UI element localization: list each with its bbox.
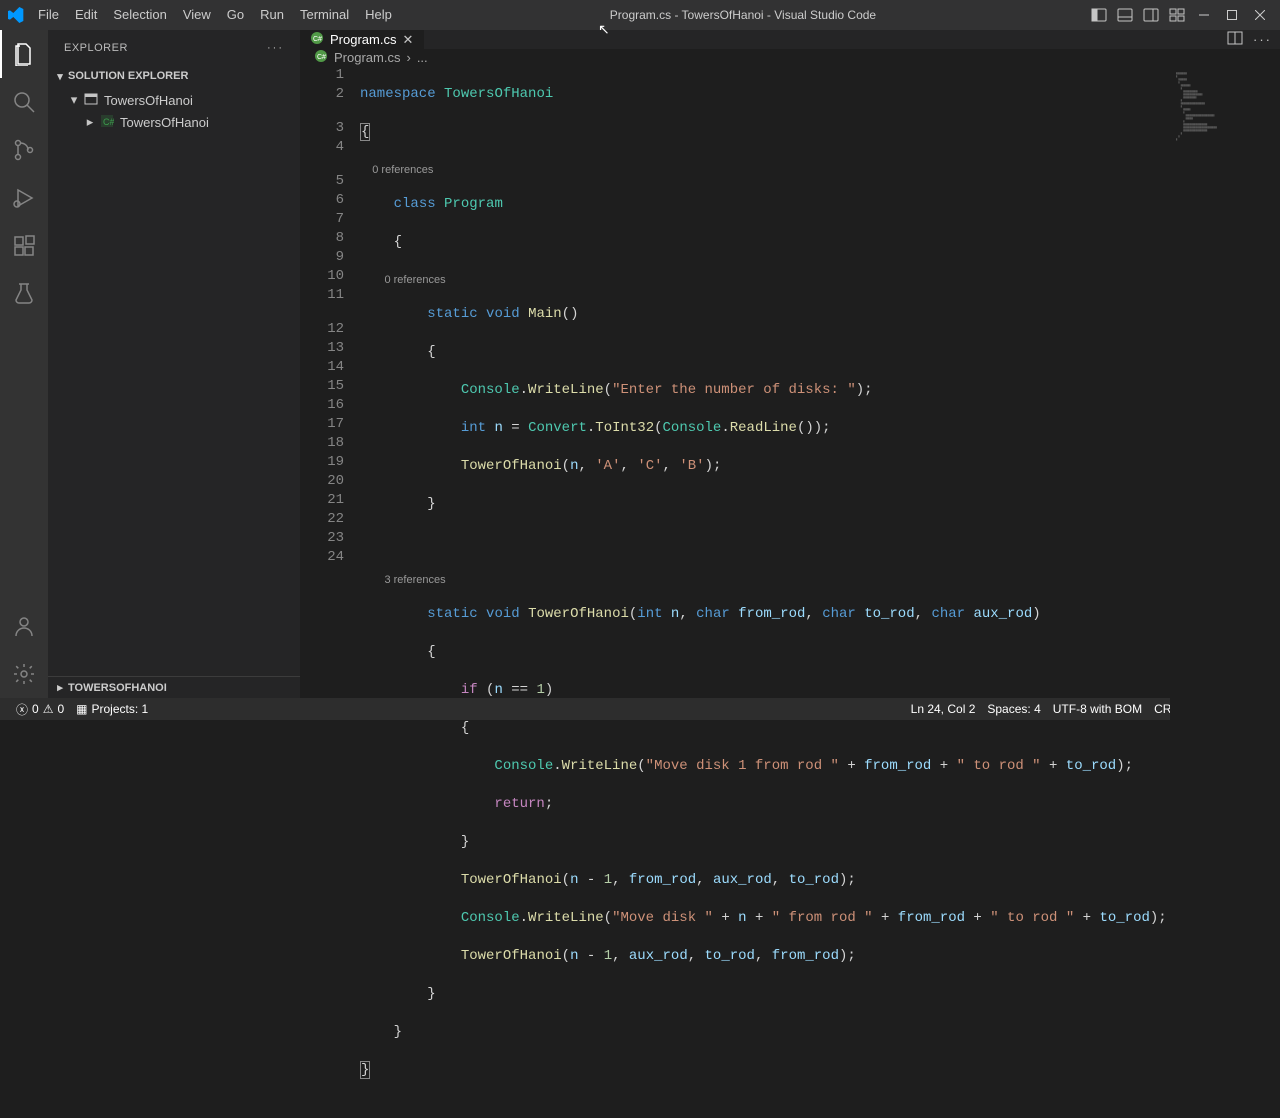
minimap[interactable]: █████████ █ ███████ █ ████████ █ ███████…: [1170, 66, 1280, 1118]
breadcrumb-rest: ...: [417, 50, 428, 65]
editor[interactable]: 1 2 3 4 5 6 7 8 9 10 11 12 13 14 15 16 1…: [300, 66, 1280, 1118]
tabs-bar: C# Program.cs ✕ ···: [300, 30, 1280, 49]
activity-testing-icon[interactable]: [0, 270, 48, 318]
window-title: Program.cs - TowersOfHanoi - Visual Stud…: [400, 8, 1086, 22]
codelens-class[interactable]: 0 references: [372, 164, 433, 176]
layout-customize-icon[interactable]: [1166, 4, 1188, 26]
chevron-right-icon: ›: [406, 50, 410, 65]
svg-text:C#: C#: [317, 54, 326, 61]
vscode-logo-icon: [6, 5, 26, 25]
project-icon: ▦: [76, 702, 87, 716]
layout-toggle-primary-side-icon[interactable]: [1088, 4, 1110, 26]
tree-label: TowersOfHanoi: [120, 115, 209, 130]
window-maximize-icon[interactable]: [1218, 0, 1246, 30]
menu-edit[interactable]: Edit: [67, 0, 105, 30]
activity-search-icon[interactable]: [0, 78, 48, 126]
activity-run-debug-icon[interactable]: [0, 174, 48, 222]
menu-view[interactable]: View: [175, 0, 219, 30]
editor-area: C# Program.cs ✕ ··· C# Program.cs › ... …: [300, 30, 1280, 698]
gutter: 1 2 3 4 5 6 7 8 9 10 11 12 13 14 15 16 1…: [300, 66, 360, 1118]
workspace-folder-section[interactable]: ▸ TOWERSOFHANOI: [48, 676, 300, 698]
tab-label: Program.cs: [330, 32, 396, 47]
activity-source-control-icon[interactable]: [0, 126, 48, 174]
breadcrumb[interactable]: C# Program.cs › ...: [300, 49, 1280, 66]
code-content[interactable]: namespace TowersOfHanoi { 0 references c…: [360, 66, 1170, 1118]
sidebar: EXPLORER ··· ▾ SOLUTION EXPLORER ▾ Tower…: [48, 30, 300, 698]
editor-more-icon[interactable]: ···: [1253, 32, 1272, 47]
csharp-file-icon: C#: [310, 31, 324, 48]
solution-explorer-section[interactable]: ▾ SOLUTION EXPLORER: [48, 65, 300, 87]
chevron-down-icon: ▾: [52, 70, 68, 83]
activity-bar: [0, 30, 48, 698]
menubar: File Edit Selection View Go Run Terminal…: [0, 0, 1280, 30]
menu-file[interactable]: File: [30, 0, 67, 30]
layout-toggle-panel-icon[interactable]: [1114, 4, 1136, 26]
tree-project[interactable]: ▸ C# TowersOfHanoi: [48, 111, 300, 133]
activity-accounts-icon[interactable]: [0, 602, 48, 650]
codelens-main[interactable]: 0 references: [384, 274, 445, 286]
error-icon: ⓧ: [16, 701, 28, 718]
activity-settings-icon[interactable]: [0, 650, 48, 698]
sidebar-more-icon[interactable]: ···: [267, 42, 284, 54]
csharp-file-icon: C#: [314, 49, 328, 66]
layout-toggle-secondary-side-icon[interactable]: [1140, 4, 1162, 26]
workspace-folder-label: TOWERSOFHANOI: [68, 682, 167, 694]
svg-text:C#: C#: [313, 36, 322, 43]
csharp-project-icon: C#: [98, 114, 116, 131]
breadcrumb-file: Program.cs: [334, 50, 400, 65]
svg-text:C#: C#: [103, 117, 114, 127]
codelens-tower[interactable]: 3 references: [384, 574, 445, 586]
menu-run[interactable]: Run: [252, 0, 292, 30]
tab-close-icon[interactable]: ✕: [402, 32, 413, 48]
explorer-label: EXPLORER: [64, 42, 128, 54]
sidebar-title: EXPLORER ···: [48, 30, 300, 65]
activity-extensions-icon[interactable]: [0, 222, 48, 270]
solution-explorer-label: SOLUTION EXPLORER: [68, 70, 188, 82]
menu-go[interactable]: Go: [219, 0, 252, 30]
chevron-right-icon: ▸: [82, 114, 98, 130]
solution-icon: [82, 92, 100, 109]
menu-terminal[interactable]: Terminal: [292, 0, 357, 30]
window-close-icon[interactable]: [1246, 0, 1274, 30]
menu-help[interactable]: Help: [357, 0, 400, 30]
file-tree: ▾ TowersOfHanoi ▸ C# TowersOfHanoi: [48, 87, 300, 676]
menu-selection[interactable]: Selection: [105, 0, 174, 30]
window-minimize-icon[interactable]: [1190, 0, 1218, 30]
chevron-right-icon: ▸: [52, 681, 68, 694]
tree-solution-root[interactable]: ▾ TowersOfHanoi: [48, 89, 300, 111]
tree-label: TowersOfHanoi: [104, 93, 193, 108]
split-editor-icon[interactable]: [1227, 30, 1243, 49]
chevron-down-icon: ▾: [66, 92, 82, 108]
tab-program-cs[interactable]: C# Program.cs ✕: [300, 30, 424, 49]
status-errors[interactable]: ⓧ0 ⚠0: [10, 701, 70, 718]
activity-explorer-icon[interactable]: [0, 30, 48, 78]
warning-icon: ⚠: [43, 702, 54, 716]
status-projects[interactable]: ▦ Projects: 1: [70, 702, 154, 716]
